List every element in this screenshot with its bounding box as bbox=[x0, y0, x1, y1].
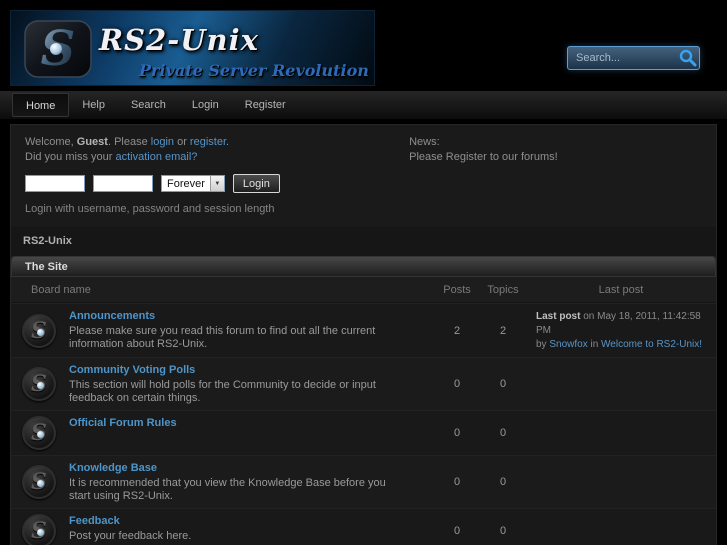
board-last-post bbox=[526, 416, 716, 450]
board-row: S Community Voting Polls This section wi… bbox=[11, 357, 716, 410]
main-nav: Home Help Search Login Register bbox=[0, 90, 727, 120]
board-topics-count: 0 bbox=[499, 476, 507, 488]
chevron-down-icon: ▼ bbox=[209, 176, 224, 191]
board-row: S Announcements Please make sure you rea… bbox=[11, 303, 716, 357]
board-description: Post your feedback here. bbox=[69, 530, 192, 542]
session-length-select[interactable]: Forever ▼ bbox=[161, 175, 225, 192]
activation-email-link[interactable]: activation email? bbox=[115, 151, 197, 163]
board-row: S Feedback Post your feedback here. 0 0 bbox=[11, 508, 716, 545]
login-hint: Login with username, password and sessio… bbox=[25, 203, 275, 215]
board-link[interactable]: Official Forum Rules bbox=[69, 417, 177, 429]
board-topics-count: 0 bbox=[499, 378, 507, 390]
login-link[interactable]: login bbox=[151, 136, 174, 148]
header-last-post: Last post bbox=[598, 284, 644, 296]
board-description: This section will hold polls for the Com… bbox=[69, 379, 376, 404]
logo-banner: S RS2-Unix Private Server Revolution bbox=[10, 10, 375, 86]
search-input[interactable] bbox=[568, 52, 677, 64]
board-icon: S bbox=[22, 313, 56, 348]
last-post-topic-link[interactable]: Welcome to RS2-Unix! bbox=[601, 339, 702, 350]
session-length-value: Forever bbox=[167, 178, 205, 190]
search-box bbox=[567, 46, 700, 70]
board-icon: S bbox=[22, 465, 56, 499]
site-title: RS2-Unix bbox=[99, 23, 259, 57]
nav-tab-register[interactable]: Register bbox=[232, 93, 299, 117]
board-row: S Knowledge Base It is recommended that … bbox=[11, 455, 716, 508]
quick-login-form: Forever ▼ Login bbox=[25, 174, 391, 193]
site-header: S RS2-Unix Private Server Revolution bbox=[0, 0, 727, 90]
header-board-name: Board name bbox=[31, 284, 91, 296]
header-topics: Topics bbox=[487, 284, 519, 296]
board-posts-count: 0 bbox=[453, 427, 461, 439]
info-panel: Welcome, Guest. Please login or register… bbox=[11, 125, 716, 227]
search-icon[interactable] bbox=[677, 48, 699, 68]
board-link[interactable]: Feedback bbox=[69, 515, 120, 527]
board-topics-count: 2 bbox=[499, 324, 507, 337]
password-field[interactable] bbox=[93, 175, 153, 192]
news-text: Please Register to our forums! bbox=[409, 151, 558, 163]
board-posts-count: 0 bbox=[453, 378, 461, 390]
activation-line: Did you miss your activation email? bbox=[25, 151, 198, 163]
board-link[interactable]: Knowledge Base bbox=[69, 462, 157, 474]
news-label: News: bbox=[409, 136, 440, 148]
board-posts-count: 2 bbox=[453, 324, 461, 337]
guest-label: Guest bbox=[76, 136, 108, 148]
board-posts-count: 0 bbox=[453, 476, 461, 488]
board-topics-count: 0 bbox=[499, 525, 507, 537]
nav-tab-search[interactable]: Search bbox=[118, 93, 179, 117]
register-link[interactable]: register bbox=[190, 136, 226, 148]
board-table-header: Board name Posts Topics Last post bbox=[11, 277, 716, 303]
board-last-post bbox=[526, 514, 716, 545]
board-description: It is recommended that you view the Know… bbox=[69, 477, 386, 502]
board-icon: S bbox=[22, 416, 56, 450]
board-last-post bbox=[526, 363, 716, 405]
nav-tab-login[interactable]: Login bbox=[179, 93, 232, 117]
board-row: S Official Forum Rules 0 0 bbox=[11, 410, 716, 455]
guest-welcome-box: Welcome, Guest. Please login or register… bbox=[25, 135, 391, 215]
board-description: Please make sure you read this forum to … bbox=[69, 325, 376, 350]
category-header[interactable]: The Site bbox=[11, 256, 716, 277]
site-subtitle: Private Server Revolution bbox=[139, 61, 369, 80]
welcome-line: Welcome, Guest. Please login or register… bbox=[25, 136, 230, 148]
main-content: Welcome, Guest. Please login or register… bbox=[10, 124, 717, 545]
login-button[interactable]: Login bbox=[232, 174, 280, 193]
board-link[interactable]: Announcements bbox=[69, 310, 155, 322]
board-posts-count: 0 bbox=[453, 525, 461, 537]
board-icon: S bbox=[22, 367, 56, 401]
last-post-author-link[interactable]: Snowfox bbox=[549, 339, 587, 350]
news-box: News: Please Register to our forums! bbox=[391, 135, 702, 215]
board-link[interactable]: Community Voting Polls bbox=[69, 364, 195, 376]
nav-tab-home[interactable]: Home bbox=[12, 93, 70, 117]
site-logo-icon: S bbox=[24, 20, 92, 78]
header-posts: Posts bbox=[443, 284, 471, 296]
nav-tab-help[interactable]: Help bbox=[69, 93, 118, 117]
board-icon: S bbox=[22, 514, 56, 545]
board-last-post: Last post on May 18, 2011, 11:42:58 PM b… bbox=[536, 311, 703, 350]
board-topics-count: 0 bbox=[499, 427, 507, 439]
board-last-post bbox=[526, 461, 716, 503]
breadcrumb[interactable]: RS2-Unix bbox=[11, 227, 716, 256]
username-field[interactable] bbox=[25, 175, 85, 192]
